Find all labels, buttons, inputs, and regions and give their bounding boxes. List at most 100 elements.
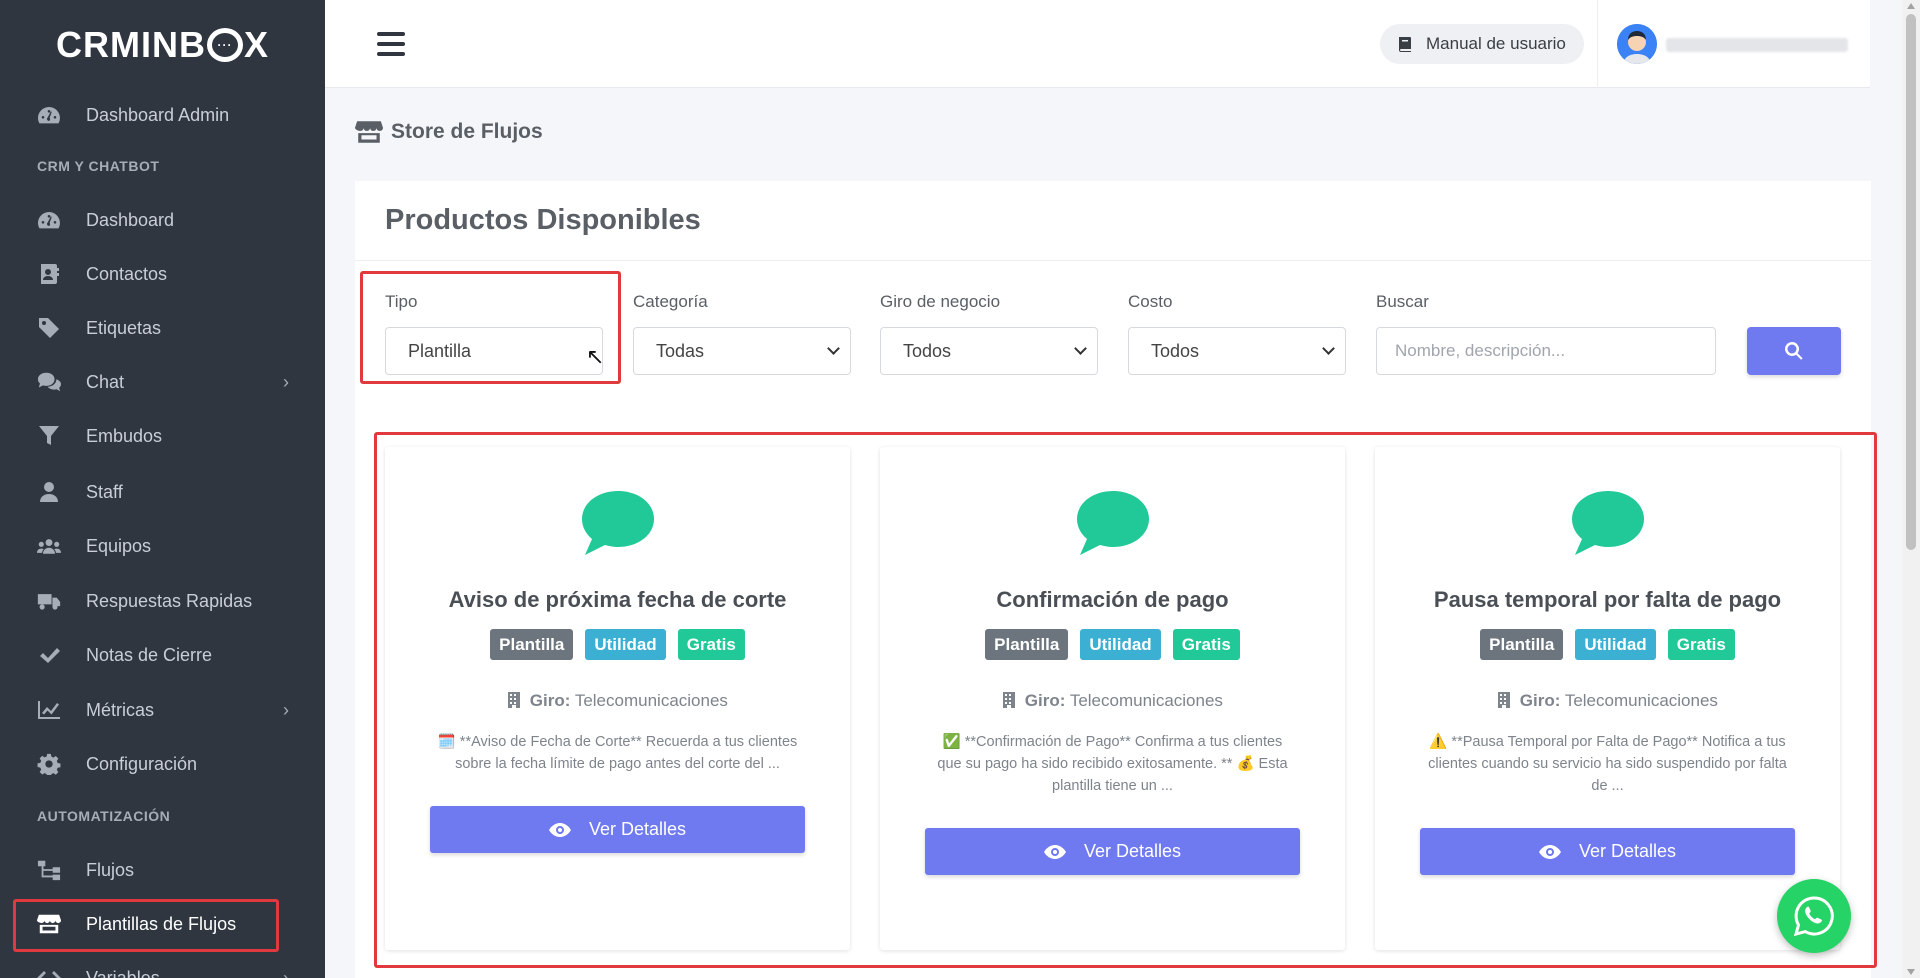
scrollbar-thumb[interactable] bbox=[1906, 14, 1916, 550]
sidebar-item-label: Variables bbox=[86, 967, 160, 978]
page-title: Store de Flujos bbox=[355, 120, 543, 144]
view-details-button[interactable]: Ver Detalles bbox=[1420, 828, 1795, 875]
code-icon bbox=[36, 967, 62, 978]
scroll-up-arrow-icon[interactable] bbox=[1907, 3, 1915, 9]
eye-icon bbox=[548, 822, 571, 837]
tag-icon bbox=[36, 317, 62, 339]
sidebar-item-chat[interactable]: Chat › bbox=[0, 360, 325, 404]
chevron-down-icon bbox=[827, 342, 840, 355]
filter-categoria-select[interactable]: Todas bbox=[633, 327, 851, 375]
view-details-button[interactable]: Ver Detalles bbox=[925, 828, 1300, 875]
panel-title: Productos Disponibles bbox=[355, 181, 1871, 261]
sidebar-item-staff[interactable]: Staff bbox=[0, 470, 325, 514]
whatsapp-icon bbox=[1793, 896, 1834, 937]
logo-chat-icon: ··· bbox=[206, 28, 243, 62]
filter-giro-select[interactable]: Todos bbox=[880, 327, 1098, 375]
sidebar-item-equipos[interactable]: Equipos bbox=[0, 524, 325, 568]
card-title: Pausa temporal por falta de pago bbox=[1433, 587, 1782, 612]
card-title: Confirmación de pago bbox=[996, 587, 1229, 612]
sidebar-item-variables[interactable]: Variables › bbox=[0, 956, 325, 978]
card-badges: Plantilla Utilidad Gratis bbox=[1375, 629, 1840, 660]
chevron-right-icon: › bbox=[283, 968, 289, 978]
sidebar-item-label: Contactos bbox=[86, 263, 168, 284]
chat-bubble-icon bbox=[1571, 491, 1644, 555]
address-book-icon bbox=[36, 263, 62, 285]
chat-bubble-icon bbox=[581, 491, 654, 555]
card-description: 🗓️ **Aviso de Fecha de Corte** Recuerda … bbox=[437, 734, 798, 772]
giro-label: Giro: bbox=[1024, 691, 1066, 710]
gear-icon bbox=[36, 753, 62, 775]
filter-giro-value: Todos bbox=[903, 340, 952, 361]
sidebar-item-label: Dashboard Admin bbox=[86, 104, 230, 125]
sidebar-item-configuracion[interactable]: Configuración bbox=[0, 742, 325, 786]
filter-categoria-label: Categoría bbox=[633, 292, 708, 311]
sidebar-item-dashboard[interactable]: Dashboard bbox=[0, 198, 325, 242]
sidebar-item-metricas[interactable]: Métricas › bbox=[0, 688, 325, 732]
sidebar-item-label: Etiquetas bbox=[86, 317, 162, 338]
sidebar-item-label: Embudos bbox=[86, 425, 163, 446]
chevron-down-icon bbox=[1074, 342, 1087, 355]
giro-value: Telecomunicaciones bbox=[574, 691, 728, 710]
sidebar-item-notas-cierre[interactable]: Notas de Cierre bbox=[0, 633, 325, 677]
badge-categoria: Utilidad bbox=[1575, 629, 1656, 660]
giro-label: Giro: bbox=[529, 691, 571, 710]
building-icon bbox=[1498, 692, 1511, 708]
badge-categoria: Utilidad bbox=[1080, 629, 1161, 660]
filter-costo-label: Costo bbox=[1128, 292, 1173, 311]
view-details-button[interactable]: Ver Detalles bbox=[430, 806, 805, 853]
card-giro: Giro: Telecomunicaciones bbox=[385, 691, 850, 711]
badge-tipo: Plantilla bbox=[1480, 629, 1564, 660]
sidebar-item-label: Staff bbox=[86, 481, 123, 502]
users-icon bbox=[36, 535, 62, 557]
badge-costo: Gratis bbox=[677, 629, 745, 660]
sidebar-item-flujos[interactable]: Flujos bbox=[0, 848, 325, 892]
sidebar-item-dashboard-admin[interactable]: Dashboard Admin bbox=[0, 93, 325, 137]
card-badges: Plantilla Utilidad Gratis bbox=[880, 629, 1345, 660]
avatar[interactable] bbox=[1617, 24, 1657, 64]
filter-giro-label: Giro de negocio bbox=[880, 292, 1001, 311]
card-description: ✅ **Confirmación de Pago** Confirma a tu… bbox=[937, 734, 1288, 794]
sidebar-item-label: Equipos bbox=[86, 535, 152, 556]
filter-buscar-label: Buscar bbox=[1376, 292, 1429, 311]
building-icon bbox=[508, 692, 521, 708]
store-icon bbox=[355, 121, 383, 143]
sitemap-icon bbox=[36, 859, 62, 881]
card-title: Aviso de próxima fecha de corte bbox=[448, 587, 787, 612]
sidebar-item-etiquetas[interactable]: Etiquetas bbox=[0, 306, 325, 350]
sidebar-item-contactos[interactable]: Contactos bbox=[0, 252, 325, 296]
sidebar-item-label: Dashboard bbox=[86, 209, 175, 230]
search-placeholder: Nombre, descripción... bbox=[1395, 341, 1566, 360]
badge-costo: Gratis bbox=[1667, 629, 1735, 660]
user-manual-button[interactable]: Manual de usuario bbox=[1380, 24, 1584, 64]
badge-categoria: Utilidad bbox=[585, 629, 666, 660]
sidebar-item-respuestas-rapidas[interactable]: Respuestas Rapidas bbox=[0, 579, 325, 623]
giro-value: Telecomunicaciones bbox=[1564, 691, 1718, 710]
user-menu[interactable] bbox=[1597, 0, 1869, 88]
giro-value: Telecomunicaciones bbox=[1069, 691, 1223, 710]
view-details-label: Ver Detalles bbox=[588, 819, 687, 839]
search-input[interactable]: Nombre, descripción... bbox=[1376, 327, 1716, 375]
page-title-text: Store de Flujos bbox=[391, 120, 543, 143]
card-giro: Giro: Telecomunicaciones bbox=[880, 691, 1345, 711]
whatsapp-button[interactable] bbox=[1777, 879, 1851, 953]
highlight-box-tipo bbox=[360, 271, 621, 384]
sidebar-item-label: Flujos bbox=[86, 859, 135, 880]
badge-tipo: Plantilla bbox=[490, 629, 574, 660]
badge-tipo: Plantilla bbox=[985, 629, 1069, 660]
card-description: ⚠️ **Pausa Temporal por Falta de Pago** … bbox=[1428, 734, 1787, 794]
section-header-automatizacion: AUTOMATIZACIÓN bbox=[37, 808, 171, 824]
scroll-down-arrow-icon[interactable] bbox=[1907, 969, 1915, 975]
check-icon bbox=[36, 644, 62, 666]
sidebar-item-label: Respuestas Rapidas bbox=[86, 590, 253, 611]
brand-logo[interactable]: CRMINB ··· X bbox=[0, 0, 325, 90]
page-scrollbar[interactable] bbox=[1902, 0, 1920, 978]
search-button[interactable] bbox=[1747, 327, 1841, 375]
user-manual-label: Manual de usuario bbox=[1426, 34, 1566, 53]
mouse-cursor-icon: ↖ bbox=[586, 344, 605, 369]
filter-icon bbox=[36, 425, 62, 447]
chevron-right-icon: › bbox=[283, 372, 289, 392]
sidebar-item-embudos[interactable]: Embudos bbox=[0, 414, 325, 458]
filter-costo-select[interactable]: Todos bbox=[1128, 327, 1346, 375]
hamburger-menu-icon[interactable] bbox=[377, 32, 405, 56]
product-card: Confirmación de pago Plantilla Utilidad … bbox=[880, 447, 1345, 950]
